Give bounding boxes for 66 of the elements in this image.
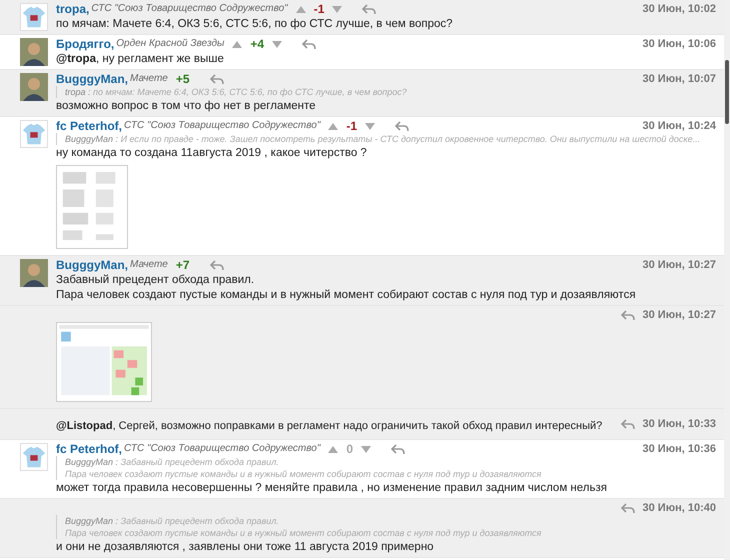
- comment-date: 30 Июн, 10:36: [642, 442, 716, 456]
- team-name: СТС "Союз Товарищество Содружество": [124, 119, 320, 133]
- upvote-icon[interactable]: [296, 6, 306, 12]
- comment-date: 30 Июн, 10:06: [642, 37, 716, 51]
- scrollbar-thumb[interactable]: [725, 60, 729, 124]
- comment-text: может тогда правила несовершенны ? меняйте правила , но изменение правил задним числом нельзя: [56, 481, 608, 496]
- downvote-icon[interactable]: [361, 446, 372, 452]
- comment-text: возможно вопрос в том что фо нет в регламенте: [56, 99, 317, 114]
- quote-text: BugggyMan : И если по правде - тоже. Зашел посмотреть результаты - СТС допустил окровенное читерство. Они выпустили на шестой доске...: [65, 134, 700, 144]
- quote-text: BugggyMan : Забавный прецедент обхода правил.: [65, 516, 279, 526]
- comment-date: 30 Июн, 10:07: [642, 72, 716, 86]
- upvote-icon[interactable]: [328, 122, 338, 130]
- author-name[interactable]: fc Peterhof,: [56, 442, 122, 456]
- author-name[interactable]: Бродягго,: [56, 37, 114, 51]
- upvote-icon[interactable]: [328, 446, 338, 452]
- jersey-avatar: [20, 120, 48, 148]
- score: 0: [346, 442, 354, 456]
- team-name: СТС "Союз Товарищество Содружество": [91, 2, 288, 16]
- team-name: Мачете: [130, 258, 168, 272]
- upvote-icon[interactable]: [232, 40, 242, 48]
- comment-text: Пара человек создают пустые команды и в нужный момент собирают состав с нуля под тур и дозаявляются: [56, 288, 637, 303]
- reply-icon[interactable]: [395, 120, 410, 132]
- score: +5: [176, 72, 190, 86]
- reply-icon[interactable]: [210, 260, 224, 270]
- score: +4: [250, 37, 264, 51]
- comment-text: Забавный прецедент обхода правил.: [56, 273, 256, 288]
- quote-text: BugggyMan : Забавный прецедент обхода правил.: [65, 457, 279, 467]
- author-name[interactable]: tropa,: [56, 2, 90, 16]
- jersey-avatar: [20, 443, 48, 471]
- reply-icon[interactable]: [620, 502, 635, 514]
- author-name[interactable]: fc Peterhof,: [56, 119, 122, 133]
- score: -1: [314, 2, 324, 16]
- comment-date: 30 Июн, 10:40: [642, 501, 716, 515]
- comment-text: @Listopad, Сергей, возможно поправками в регламент надо ограничить такой обход правил интересный?: [56, 419, 602, 433]
- reply-icon[interactable]: [302, 38, 316, 50]
- reply-icon[interactable]: [391, 444, 406, 454]
- quote-text: Пара человек создают пустые команды и в нужный момент собирают состав с нуля под тур и дозаявляются: [65, 469, 542, 479]
- reply-icon[interactable]: [620, 418, 635, 430]
- downvote-icon[interactable]: [332, 6, 342, 12]
- team-name: СТС "Союз Товарищество Содружество": [124, 442, 320, 456]
- team-name: Мачете: [130, 72, 168, 86]
- comment-date: 30 Июн, 10:33: [642, 417, 716, 431]
- jersey-avatar: [20, 3, 48, 31]
- user-avatar: [20, 38, 48, 66]
- score: +7: [176, 258, 190, 272]
- score: -1: [346, 119, 358, 133]
- author-name[interactable]: BugggyMan,: [56, 72, 128, 86]
- team-name: Орден Красной Звезды: [116, 37, 224, 51]
- comment-text: по мячам: Мачете 6:4, ОКЗ 5:6, СТС 5:6, по фо СТС лучше, в чем вопрос?: [56, 17, 454, 32]
- downvote-icon[interactable]: [365, 122, 376, 130]
- comment-text: и они не дозаявляются , заявлены они тоже 11 августа 2019 примерно: [56, 540, 435, 555]
- user-avatar: [20, 259, 48, 287]
- comment-date: 30 Июн, 10:02: [642, 2, 716, 16]
- quote-text: Пара человек создают пустые команды и в нужный момент собирают состав с нуля под тур и дозаявляются: [65, 528, 542, 538]
- reply-icon[interactable]: [620, 310, 635, 320]
- quote-text: tropa : по мячам: Мачете 6:4, ОКЗ 5:6, СТС 5:6, по фо СТС лучше, в чем вопрос?: [65, 87, 407, 97]
- downvote-icon[interactable]: [272, 40, 282, 48]
- comment-date: 30 Июн, 10:27: [642, 258, 716, 272]
- user-avatar: [20, 73, 48, 101]
- reply-icon[interactable]: [210, 74, 224, 84]
- reply-icon[interactable]: [362, 4, 376, 14]
- comment-text: @tropa, ну регламент же выше: [56, 52, 225, 67]
- comment-text: ну команда то создана 11августа 2019 , какое читерство ?: [56, 146, 368, 161]
- comment-date: 30 Июн, 10:27: [642, 308, 716, 322]
- comment-date: 30 Июн, 10:24: [642, 119, 716, 133]
- author-name[interactable]: BugggyMan,: [56, 258, 128, 272]
